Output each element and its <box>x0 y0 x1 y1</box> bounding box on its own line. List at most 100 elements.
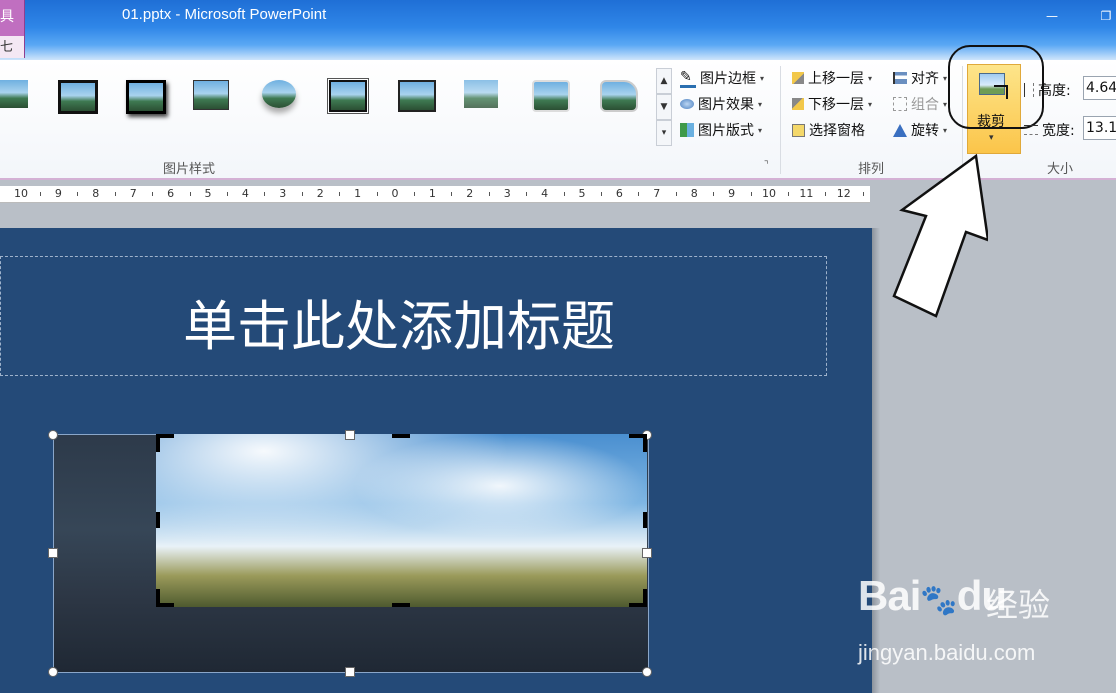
pencil-border-icon: ✎ <box>680 69 696 88</box>
selection-pane-icon <box>792 123 805 137</box>
dialog-launcher-icon[interactable]: ⌝ <box>764 160 769 171</box>
ruler-tick <box>339 192 341 196</box>
cropped-picture[interactable] <box>156 434 647 607</box>
align-button[interactable]: 对齐 ▾ <box>893 68 947 88</box>
ruler-tick <box>189 192 191 196</box>
paw-icon: 🐾 <box>920 584 957 617</box>
picture-border-button[interactable]: ✎ 图片边框 ▾ <box>680 68 764 88</box>
crop-dropdown-caret[interactable]: ▾ <box>989 133 994 143</box>
crop-handle-edge[interactable] <box>392 603 410 607</box>
style-thumb-3[interactable] <box>126 80 166 114</box>
ruler-number: 5 <box>204 187 212 200</box>
selection-pane-button[interactable]: 选择窗格 <box>792 120 865 140</box>
resize-handle[interactable] <box>48 430 58 440</box>
watermark-cn: 经验 <box>986 586 1051 624</box>
style-thumb-4[interactable] <box>193 80 229 110</box>
height-input[interactable]: 4.64 <box>1083 76 1116 100</box>
ruler-tick <box>750 192 752 196</box>
height-icon <box>1024 83 1034 97</box>
send-backward-button[interactable]: 下移一层 ▾ <box>792 94 872 114</box>
style-thumb-6[interactable] <box>327 78 369 114</box>
width-icon <box>1024 125 1038 135</box>
resize-handle[interactable] <box>642 667 652 677</box>
effects-icon <box>680 99 694 109</box>
crop-handle-edge[interactable] <box>156 512 160 528</box>
size-group-label: 大小 <box>1047 162 1074 177</box>
gallery-more[interactable]: ▾ <box>656 120 672 146</box>
ruler-number: 12 <box>836 187 851 200</box>
format-tab[interactable]: 七 <box>0 36 24 58</box>
picture-border-label: 图片边框 <box>700 71 756 87</box>
minimize-button[interactable]: — <box>1044 8 1060 24</box>
style-thumb-5[interactable] <box>262 80 296 108</box>
ruler-number: 7 <box>653 187 661 200</box>
crop-handle-corner[interactable] <box>156 589 160 607</box>
gallery-scroll-down[interactable]: ▼ <box>656 94 672 120</box>
ruler-tick <box>414 192 415 196</box>
rotate-icon <box>893 123 907 137</box>
ruler-number: 8 <box>92 187 100 200</box>
height-label: 高度: <box>1038 83 1071 99</box>
baidu-watermark: Bai🐾du 经验 jingyan.baidu.com <box>858 572 1068 672</box>
arrow-annotation <box>892 153 988 318</box>
ruler-number: 3 <box>503 187 511 200</box>
resize-handle[interactable] <box>345 667 355 677</box>
ruler-number: 1 <box>354 187 362 200</box>
style-thumb-2[interactable] <box>58 80 98 114</box>
style-thumb-10[interactable] <box>600 80 638 112</box>
picture-effects-button[interactable]: 图片效果 ▾ <box>680 94 762 114</box>
bring-forward-button[interactable]: 上移一层 ▾ <box>792 68 872 88</box>
picture-layout-button[interactable]: 图片版式 ▾ <box>680 120 762 140</box>
resize-handle[interactable] <box>48 667 58 677</box>
ruler-tick <box>264 192 266 196</box>
send-backward-label: 下移一层 <box>808 97 864 113</box>
group-label: 组合 <box>911 97 939 113</box>
ruler-tick <box>376 192 378 196</box>
rotate-button[interactable]: 旋转 ▾ <box>893 120 947 140</box>
style-thumb-9[interactable] <box>532 80 570 112</box>
slide-title[interactable]: 单击此处添加标题 <box>0 282 798 361</box>
crop-handle-corner[interactable] <box>156 434 160 452</box>
resize-handle[interactable] <box>642 548 652 558</box>
ruler-tick <box>227 192 228 196</box>
ruler-number: 10 <box>14 187 28 200</box>
ruler-tick <box>114 192 116 196</box>
ruler-number: 5 <box>578 187 586 200</box>
ruler-tick <box>862 192 864 196</box>
style-thumb-7[interactable] <box>398 80 436 112</box>
ruler-tick <box>638 192 640 196</box>
resize-handle[interactable] <box>345 430 355 440</box>
ruler-tick <box>601 192 602 196</box>
gallery-scroll-up[interactable]: ▲ <box>656 68 672 94</box>
height-field-group: 高度: <box>1024 80 1071 100</box>
ruler-number: 9 <box>728 187 736 200</box>
ruler-tick <box>488 192 490 196</box>
layout-icon <box>680 123 694 137</box>
group-icon <box>893 97 907 111</box>
style-thumb-8[interactable] <box>464 80 498 108</box>
ruler-tick <box>526 192 528 196</box>
bring-forward-icon <box>792 72 804 84</box>
window-title: 01.pptx - Microsoft PowerPoint <box>122 6 327 23</box>
crop-handle-corner[interactable] <box>643 589 647 607</box>
ruler-number: 0 <box>391 187 399 200</box>
picture-layout-label: 图片版式 <box>698 123 754 139</box>
width-field-group: 宽度: <box>1024 120 1075 140</box>
ruler-number: 3 <box>279 187 287 200</box>
crop-handle-edge[interactable] <box>643 512 647 528</box>
style-thumb-1[interactable] <box>0 80 28 108</box>
crop-handle-edge[interactable] <box>392 434 410 438</box>
restore-button[interactable]: ❐ <box>1098 8 1114 24</box>
title-bar: 具 七 01.pptx - Microsoft PowerPoint — ❐ <box>0 0 1116 60</box>
ruler-tick <box>675 192 677 196</box>
resize-handle[interactable] <box>48 548 58 558</box>
crop-handle-corner[interactable] <box>643 434 647 452</box>
ruler-number: 4 <box>541 187 549 200</box>
group-button[interactable]: 组合 ▾ <box>893 94 947 114</box>
ruler-number: 2 <box>466 187 474 200</box>
picture-tools-tab[interactable]: 具 七 <box>0 0 25 58</box>
watermark-url: jingyan.baidu.com <box>858 640 1036 665</box>
width-input[interactable]: 13.1 <box>1083 116 1116 140</box>
ruler-number: 1 <box>428 187 436 200</box>
arrange-group-label: 排列 <box>858 162 885 177</box>
